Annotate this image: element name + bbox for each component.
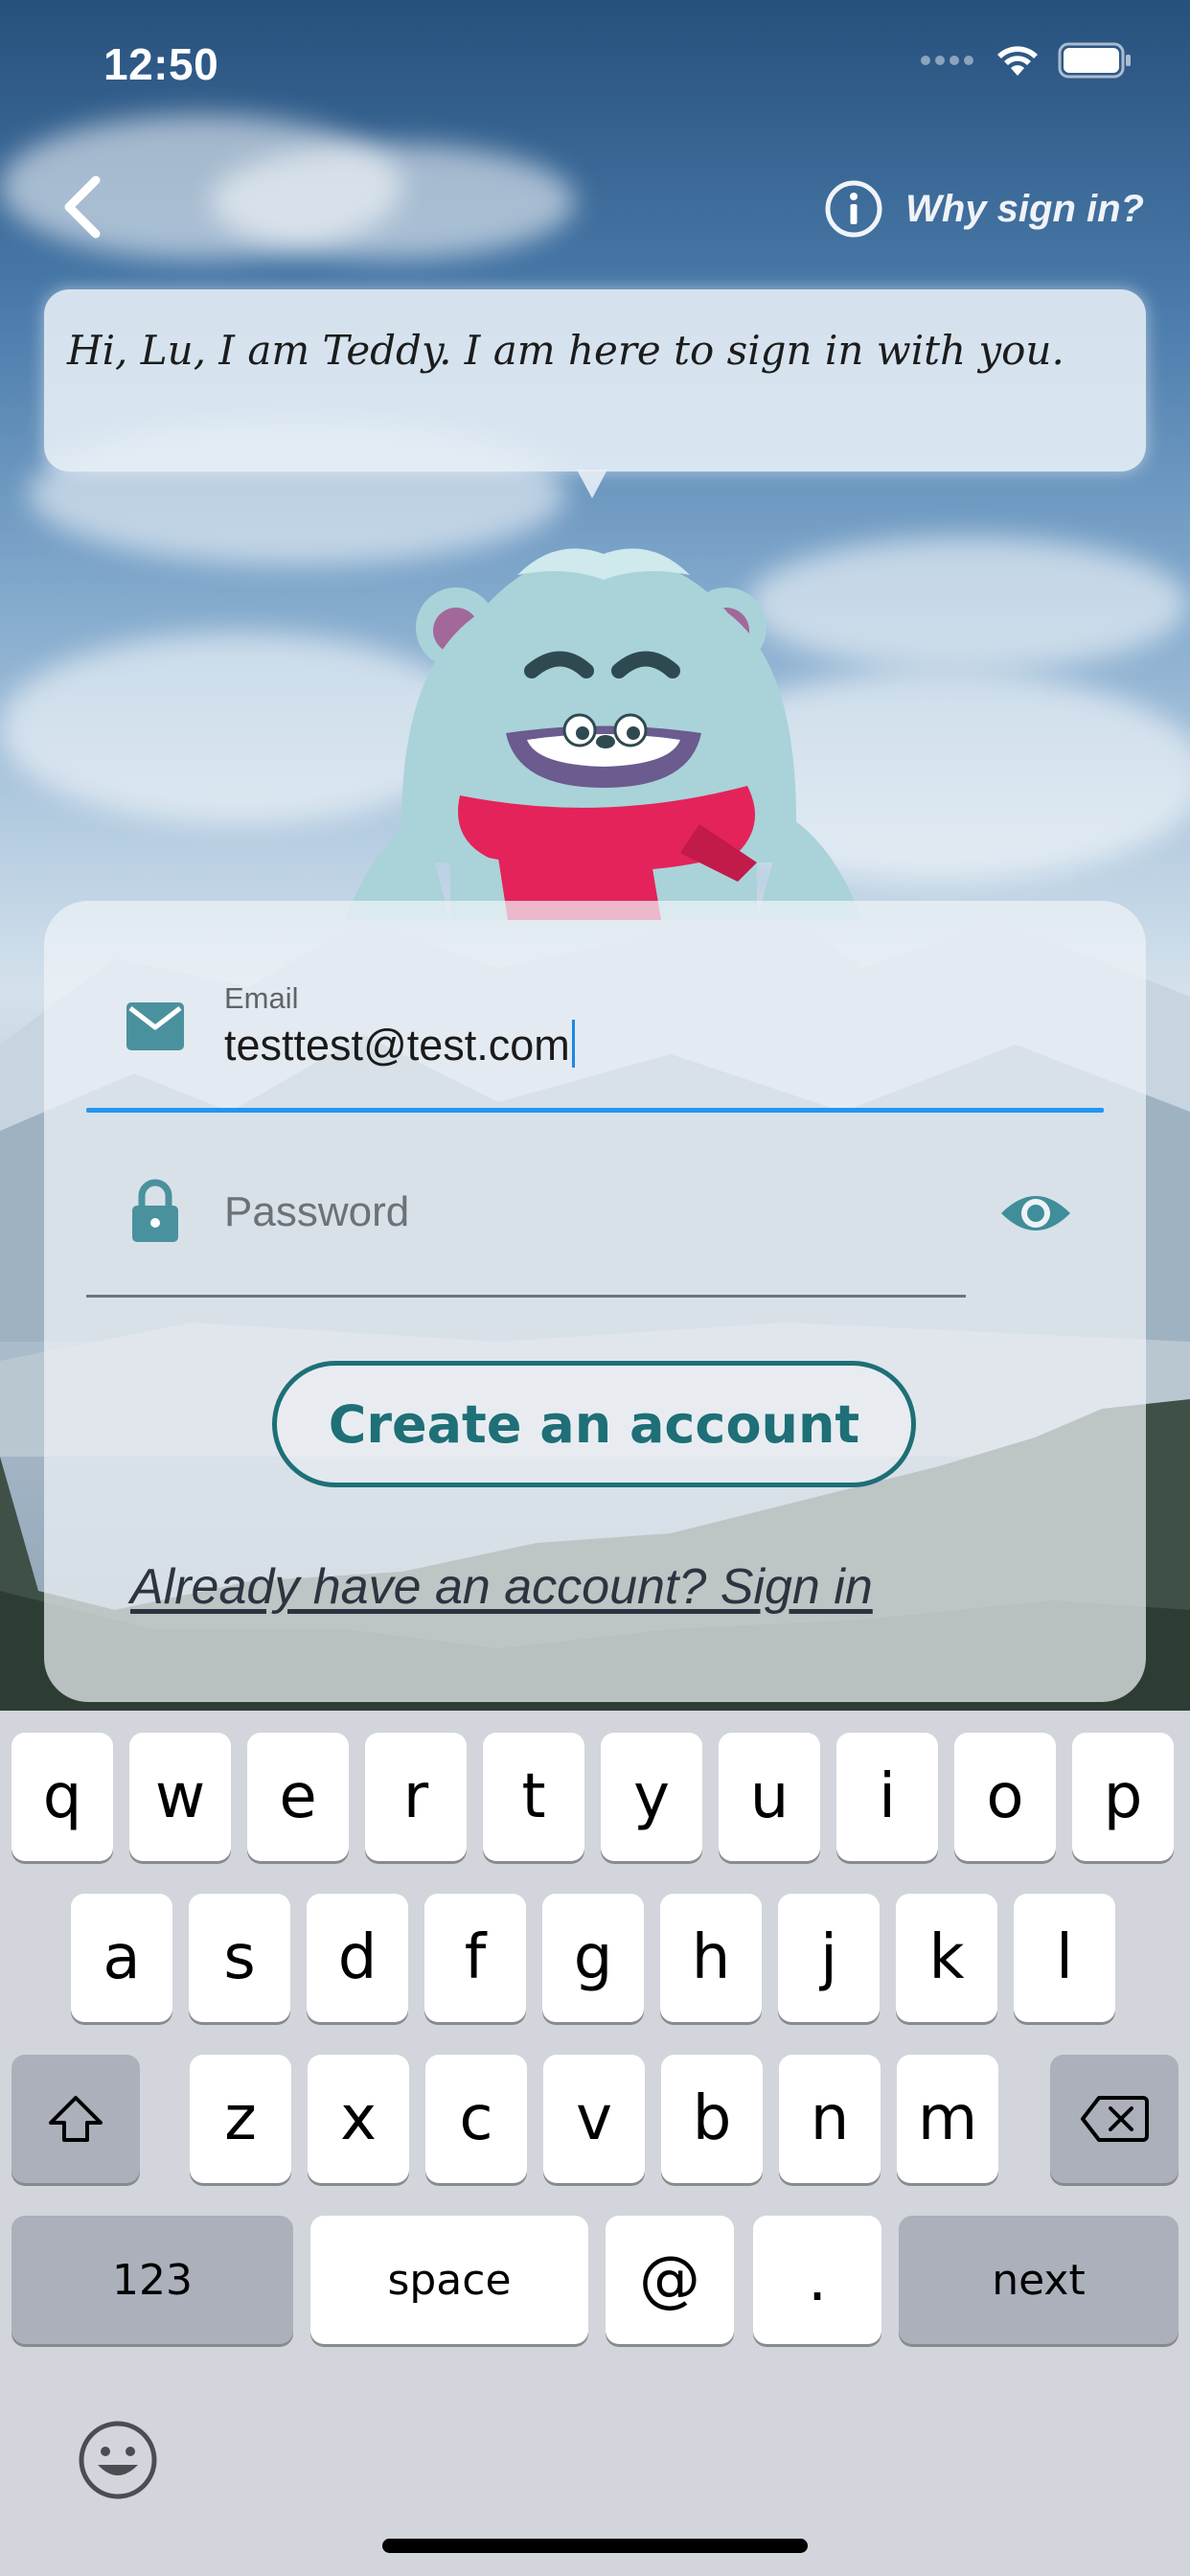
battery-icon [1058,42,1131,79]
key-d[interactable]: d [307,1894,408,2022]
info-icon [825,180,882,238]
create-account-button[interactable]: Create an account [272,1361,916,1487]
key-y[interactable]: y [601,1733,702,1861]
shift-key[interactable] [11,2055,140,2183]
home-indicator [382,2539,808,2553]
key-t[interactable]: t [483,1733,584,1861]
delete-key[interactable] [1050,2055,1179,2183]
key-q[interactable]: q [11,1733,113,1861]
key-u[interactable]: u [719,1733,820,1861]
key-h[interactable]: h [660,1894,762,2022]
key-n[interactable]: n [779,2055,881,2183]
key-i[interactable]: i [836,1733,938,1861]
shift-icon [49,2096,103,2142]
numbers-key[interactable]: 123 [11,2216,293,2344]
next-key[interactable]: next [899,2216,1179,2344]
key-g[interactable]: g [542,1894,644,2022]
speech-bubble: Hi, Lu, I am Teddy. I am here to sign in… [44,289,1146,472]
mascot-speech: Hi, Lu, I am Teddy. I am here to sign in… [67,327,1064,374]
sign-in-link[interactable]: Already have an account? Sign in [130,1558,873,1616]
key-w[interactable]: w [129,1733,231,1861]
dot-key[interactable]: . [753,2216,881,2344]
at-key[interactable]: @ [606,2216,734,2344]
signal-icon [921,56,973,65]
key-l[interactable]: l [1014,1894,1115,2022]
key-k[interactable]: k [896,1894,997,2022]
why-sign-in-button[interactable]: Why sign in? [823,178,1144,240]
emoji-icon[interactable] [77,2419,159,2501]
speech-bubble-tail [577,470,607,498]
text-caret [571,1020,575,1068]
password-underline [86,1295,966,1298]
space-key[interactable]: space [310,2216,588,2344]
password-field[interactable]: Password [224,1188,409,1236]
envelope-icon [126,1002,184,1050]
lock-icon [132,1179,178,1242]
key-f[interactable]: f [424,1894,526,2022]
key-e[interactable]: e [247,1733,349,1861]
key-x[interactable]: x [308,2055,409,2183]
back-button[interactable] [54,171,111,243]
chevron-left-icon [64,175,101,239]
status-time: 12:50 [103,39,219,89]
key-b[interactable]: b [661,2055,763,2183]
email-underline [86,1108,1104,1113]
key-c[interactable]: c [425,2055,527,2183]
teddy-mascot [345,548,862,920]
why-sign-in-label: Why sign in? [905,187,1144,230]
key-p[interactable]: p [1072,1733,1174,1861]
key-a[interactable]: a [71,1894,172,2022]
email-value: testtest@test.com [224,1021,570,1070]
key-r[interactable]: r [365,1733,467,1861]
status-icons [920,42,1133,79]
key-z[interactable]: z [190,2055,291,2183]
key-m[interactable]: m [897,2055,998,2183]
email-label: Email [224,981,299,1015]
wifi-icon [997,46,1038,76]
key-v[interactable]: v [543,2055,645,2183]
backspace-icon [1081,2096,1149,2142]
key-j[interactable]: j [778,1894,880,2022]
email-field[interactable]: testtest@test.com [224,1020,575,1070]
eye-icon[interactable] [998,1184,1073,1242]
key-s[interactable]: s [189,1894,290,2022]
key-o[interactable]: o [954,1733,1056,1861]
